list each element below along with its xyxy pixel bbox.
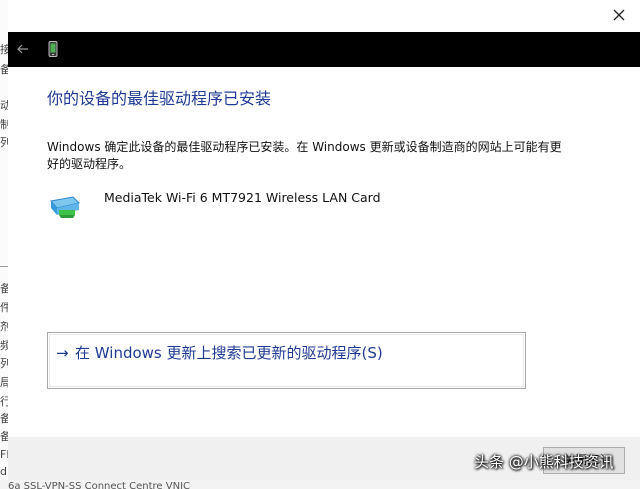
network-adapter-icon <box>50 196 80 218</box>
device-name: MediaTek Wi-Fi 6 MT7921 Wireless LAN Car… <box>104 190 381 205</box>
close-button[interactable]: 关闭(C) <box>543 447 625 474</box>
status-description: Windows 确定此设备的最佳驱动程序已安装。在 Windows 更新或设备制… <box>47 140 562 171</box>
driver-update-dialog: 你的设备的最佳驱动程序已安装 Windows 确定此设备的最佳驱动程序已安装。在… <box>8 0 640 480</box>
search-link-label: 在 Windows 更新上搜索已更新的驱动程序(S) <box>75 344 383 362</box>
back-button[interactable] <box>14 40 32 58</box>
dialog-footer: 关闭(C) <box>8 437 640 480</box>
navigation-bar <box>8 32 640 67</box>
mobile-device-icon <box>48 41 58 57</box>
window-close-button[interactable] <box>608 4 630 26</box>
search-windows-update-link[interactable]: → 在 Windows 更新上搜索已更新的驱动程序(S) <box>47 332 526 389</box>
background-window-bottom: 6a SSL-VPN-SS Connect Centre VNIC <box>0 480 640 489</box>
page-title: 你的设备的最佳驱动程序已安装 <box>47 89 272 108</box>
arrow-right-icon: → <box>56 344 69 362</box>
close-icon <box>613 9 625 21</box>
title-bar <box>8 0 640 32</box>
back-arrow-icon <box>17 44 28 54</box>
bg-bottom-text: 6a SSL-VPN-SS Connect Centre VNIC <box>8 481 191 489</box>
